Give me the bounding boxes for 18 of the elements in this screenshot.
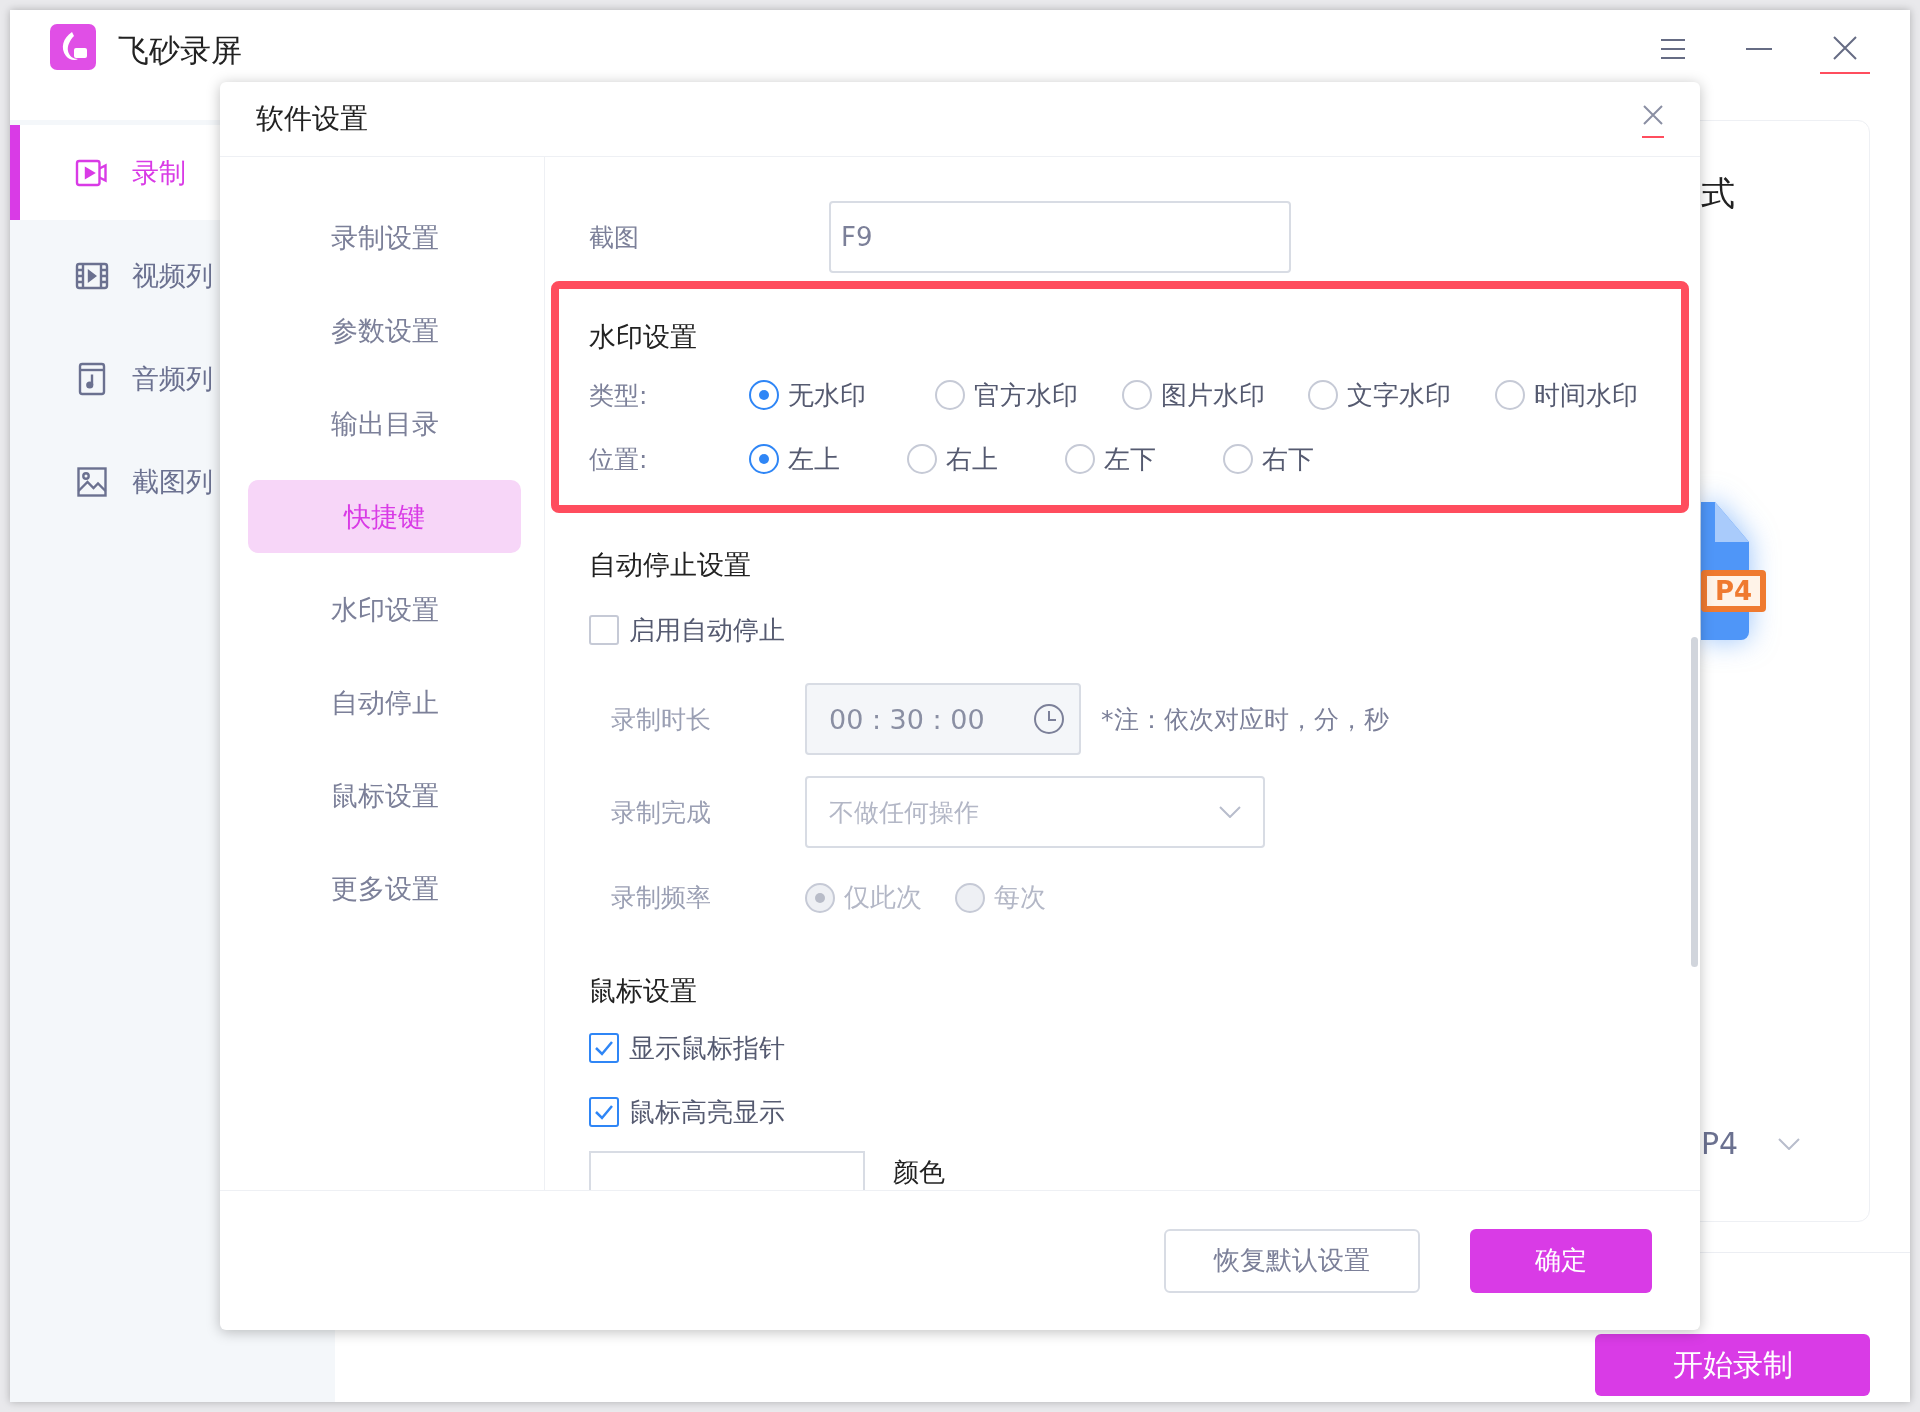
file-type-badge: P4 <box>1701 570 1767 612</box>
field-label: 录制时长 <box>611 703 712 736</box>
app-title: 飞砂录屏 <box>118 31 243 70</box>
field-label: 录制频率 <box>611 882 712 914</box>
field-label: 截图 <box>589 221 640 254</box>
sidebar-label: 截图列 <box>132 464 213 499</box>
field-label: 位置: <box>589 443 649 476</box>
section-title: 鼠标设置 <box>589 974 698 1008</box>
note-text: *注：依次对应时，分，秒 <box>1101 703 1389 736</box>
field-label: 类型: <box>589 379 649 412</box>
sidebar-label: 音频列 <box>132 361 213 396</box>
card-title: 式 <box>1701 172 1736 215</box>
section-title: 自动停止设置 <box>589 548 752 582</box>
field-label: 录制完成 <box>611 796 712 829</box>
sidebar-label: 录制 <box>132 155 186 190</box>
sidebar-label: 视频列 <box>132 258 213 293</box>
section-title: 水印设置 <box>589 320 698 354</box>
format-value: P4 <box>1701 1126 1739 1161</box>
